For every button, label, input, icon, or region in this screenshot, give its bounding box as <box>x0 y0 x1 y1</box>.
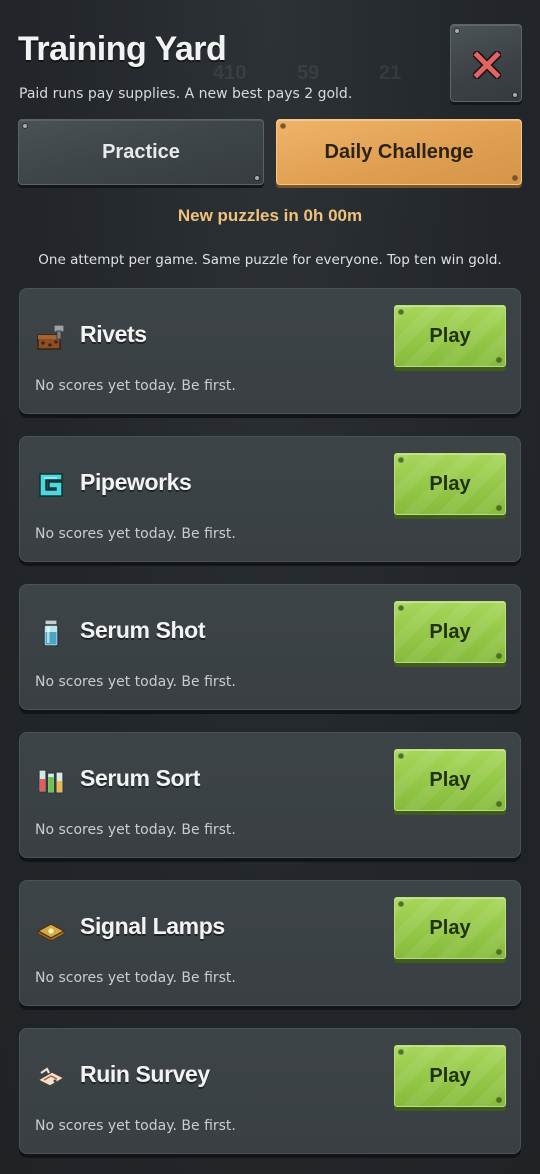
rivet <box>399 606 403 610</box>
game-score-status: No scores yet today. Be first. <box>35 378 236 394</box>
tab-daily-challenge-label: Daily Challenge <box>324 140 474 163</box>
play-button-label: Play <box>429 620 471 643</box>
game-name: Signal Lamps <box>80 913 225 939</box>
challenge-rules: One attempt per game. Same puzzle for ev… <box>38 252 502 268</box>
game-card-pipeworks: Pipeworks No scores yet today. Be first.… <box>19 436 521 562</box>
tab-practice-label: Practice <box>102 140 180 163</box>
training-yard-screen: 410 59 21 Training Yard Paid runs pay su… <box>0 0 540 1174</box>
rivets-crate-icon <box>37 324 65 350</box>
hud-ghost-value: 59 <box>297 62 320 84</box>
close-button[interactable] <box>450 24 522 102</box>
game-name: Rivets <box>80 321 147 347</box>
signal-lamp-icon <box>36 923 66 942</box>
game-name: Pipeworks <box>80 469 192 495</box>
play-button-label: Play <box>429 768 471 791</box>
pipe-ring-icon <box>39 473 63 497</box>
game-score-status: No scores yet today. Be first. <box>35 526 236 542</box>
game-name: Serum Sort <box>80 765 200 791</box>
play-button[interactable]: Play <box>394 749 506 811</box>
reset-countdown: New puzzles in 0h 00m <box>177 206 363 225</box>
close-icon <box>473 51 501 79</box>
rivet <box>23 124 27 128</box>
rivet <box>497 506 501 510</box>
game-card-signal-lamps: Signal Lamps No scores yet today. Be fir… <box>19 880 521 1006</box>
rivet <box>497 654 501 658</box>
serum-vial-icon <box>43 619 59 647</box>
rivet <box>497 950 501 954</box>
mode-tabs: Practice Daily Challenge <box>18 119 522 185</box>
game-score-status: No scores yet today. Be first. <box>35 674 236 690</box>
rivet <box>455 29 459 33</box>
game-score-status: No scores yet today. Be first. <box>35 822 236 838</box>
game-card-ruin-survey: Ruin Survey No scores yet today. Be firs… <box>19 1028 521 1154</box>
rivet <box>255 176 259 180</box>
rivet <box>399 1050 403 1054</box>
play-button[interactable]: Play <box>394 453 506 515</box>
hud-ghost-value: 21 <box>379 62 402 84</box>
rivet <box>399 902 403 906</box>
play-button-label: Play <box>429 324 471 347</box>
play-button-label: Play <box>429 1064 471 1087</box>
rivet <box>281 124 285 128</box>
rivet <box>399 458 403 462</box>
play-button-label: Play <box>429 916 471 939</box>
rivet <box>513 176 517 180</box>
page-subtitle: Paid runs pay supplies. A new best pays … <box>19 86 353 102</box>
play-button[interactable]: Play <box>394 897 506 959</box>
rivet <box>497 802 501 806</box>
game-name: Serum Shot <box>80 617 206 643</box>
tab-daily-challenge[interactable]: Daily Challenge <box>276 119 522 185</box>
game-card-serum-shot: Serum Shot No scores yet today. Be first… <box>19 584 521 710</box>
rivet <box>513 93 517 97</box>
page-title: Training Yard <box>18 30 227 68</box>
play-button-label: Play <box>429 472 471 495</box>
play-button[interactable]: Play <box>394 601 506 663</box>
rivet <box>399 754 403 758</box>
game-name: Ruin Survey <box>80 1061 210 1087</box>
game-card-rivets: Rivets No scores yet today. Be first. Pl… <box>19 288 521 414</box>
game-score-status: No scores yet today. Be first. <box>35 1118 236 1134</box>
game-score-status: No scores yet today. Be first. <box>35 970 236 986</box>
rivet <box>497 1098 501 1102</box>
serum-rack-icon <box>38 769 64 794</box>
rivet <box>399 310 403 314</box>
survey-map-icon <box>36 1067 66 1087</box>
game-card-serum-sort: Serum Sort No scores yet today. Be first… <box>19 732 521 858</box>
rivet <box>497 358 501 362</box>
play-button[interactable]: Play <box>394 1045 506 1107</box>
play-button[interactable]: Play <box>394 305 506 367</box>
tab-practice[interactable]: Practice <box>18 119 264 185</box>
